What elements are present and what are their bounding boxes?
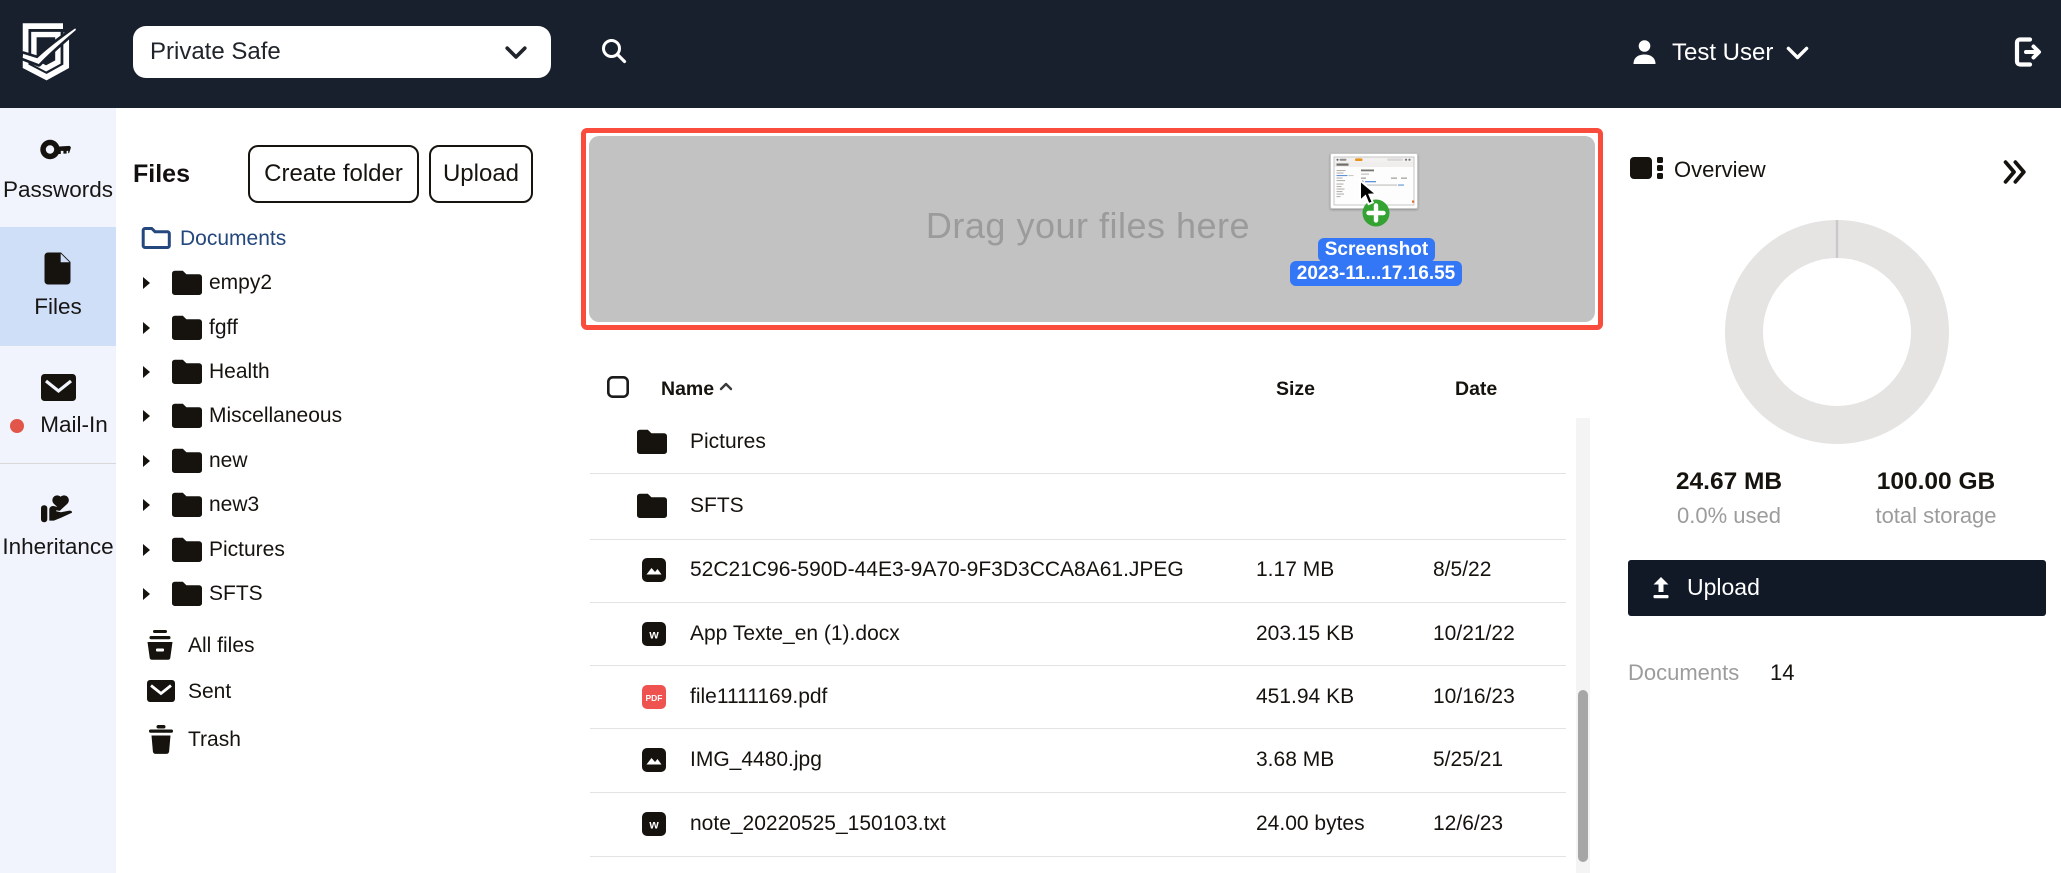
- svg-text:w: w: [648, 817, 659, 831]
- svg-text:PDF: PDF: [646, 693, 663, 703]
- svg-text:w: w: [648, 627, 659, 641]
